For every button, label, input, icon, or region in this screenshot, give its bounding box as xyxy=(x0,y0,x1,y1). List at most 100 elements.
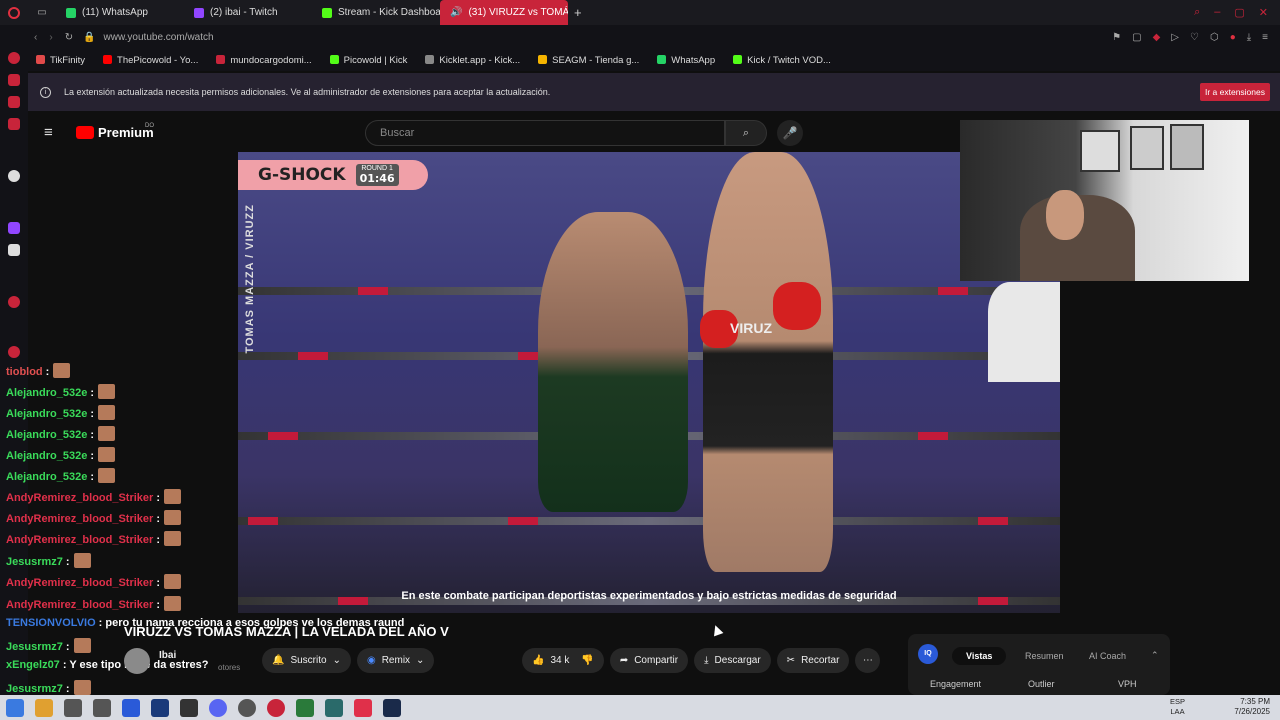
bookmark-item[interactable]: TikFinity xyxy=(36,54,85,66)
search-button[interactable]: ⌕ xyxy=(725,120,767,146)
channel-name[interactable]: Ibai xyxy=(159,650,176,661)
messenger-icon[interactable] xyxy=(8,118,20,130)
download-button[interactable]: ⤓ Descargar xyxy=(694,648,771,673)
discord-icon[interactable] xyxy=(209,698,227,717)
bookmark-icon[interactable]: ⚑ xyxy=(1112,32,1121,43)
chat-text: : xyxy=(90,471,94,483)
opera-icon[interactable] xyxy=(0,0,28,25)
subscribed-button[interactable]: 🔔 Suscrito ⌄ xyxy=(262,648,351,673)
history-icon[interactable] xyxy=(8,346,20,358)
menu-icon[interactable]: ≡ xyxy=(1262,32,1268,43)
app-icon[interactable] xyxy=(354,698,372,717)
chat-text: : xyxy=(45,366,50,378)
reload-icon[interactable]: ↻ xyxy=(65,32,73,43)
bookmark-item[interactable]: WhatsApp xyxy=(657,54,715,66)
shorts-text: VIRUZ xyxy=(730,320,772,336)
tab-youtube[interactable]: 🔊 (31) VIRUZZ vs TOMÁ xyxy=(440,0,568,25)
chat-text: : xyxy=(156,599,160,611)
heart-icon[interactable]: ♡ xyxy=(1190,32,1199,43)
snapshot-icon[interactable]: ▢ xyxy=(1132,32,1141,43)
aria-icon[interactable] xyxy=(8,52,20,64)
opera-taskbar-icon[interactable] xyxy=(267,698,285,717)
youtube-logo-icon[interactable] xyxy=(76,126,94,139)
mic-button[interactable]: 🎤 xyxy=(777,120,803,146)
tab-twitch[interactable]: (2) ibai - Twitch xyxy=(184,0,312,25)
lock-icon: 🔒 xyxy=(83,31,96,43)
tab-kick[interactable]: Stream - Kick Dashboard xyxy=(312,0,440,25)
tab-vistas[interactable]: Vistas xyxy=(952,647,1007,665)
wall-frame xyxy=(1130,126,1164,170)
photoshop-icon[interactable] xyxy=(151,698,169,717)
file-explorer-icon[interactable] xyxy=(35,698,53,717)
app-icon[interactable] xyxy=(64,698,82,717)
app-icon[interactable] xyxy=(93,698,111,717)
app-icon[interactable] xyxy=(325,698,343,717)
bookmark-item[interactable]: Kicklet.app - Kick... xyxy=(425,54,520,66)
channel-avatar[interactable] xyxy=(124,648,150,674)
address-bar: ‹ › ↻ 🔒 www.youtube.com/watch ⚑ ▢ ◆ ▷ ♡ ⬡ ● ⤓ ≡ xyxy=(28,25,1280,49)
system-clock[interactable]: 7:35 PM 7/26/2025 xyxy=(1234,697,1270,717)
app-icon[interactable] xyxy=(296,698,314,717)
obs-icon[interactable] xyxy=(238,698,256,717)
bookmark-item[interactable]: Kick / Twitch VOD... xyxy=(733,54,831,66)
pinboard-icon[interactable] xyxy=(8,296,20,308)
url-field[interactable]: www.youtube.com/watch xyxy=(104,32,214,43)
new-tab-button[interactable]: + xyxy=(574,5,582,20)
scoreboard: G-SHOCK ROUND 1 01:46 xyxy=(238,160,428,190)
app-icon[interactable] xyxy=(122,698,140,717)
games-icon[interactable] xyxy=(8,96,20,108)
outlier-label: Outlier xyxy=(1028,679,1055,689)
tab-bar: ▭ (11) WhatsApp (2) ibai - Twitch Stream… xyxy=(0,0,1280,25)
search-input[interactable]: Buscar xyxy=(365,120,725,146)
chat-username: Alejandro_532e xyxy=(6,408,88,420)
tab-resumen[interactable]: Resumen xyxy=(1025,651,1064,661)
steam-icon[interactable] xyxy=(383,698,401,717)
maximize-icon[interactable]: ▢ xyxy=(1234,6,1244,19)
subscriber-count: otores xyxy=(218,663,241,672)
share-button[interactable]: ➦ Compartir xyxy=(609,648,689,673)
hamburger-icon[interactable]: ≡ xyxy=(44,124,53,141)
more-button[interactable]: ⋯ xyxy=(855,648,881,673)
bookmark-item[interactable]: ThePicowold - Yo... xyxy=(103,54,198,66)
shield-icon[interactable]: ◆ xyxy=(1153,32,1161,43)
chevron-down-icon: ⌄ xyxy=(416,655,425,666)
like-button[interactable]: 👍 34 k 👎 xyxy=(522,648,604,673)
chat-emote xyxy=(98,426,115,441)
download-icon[interactable]: ⤓ xyxy=(1247,32,1251,43)
chat-emote xyxy=(164,510,181,525)
crypto-wallet-icon[interactable] xyxy=(8,74,20,86)
chat-username: Jesusrmz7 xyxy=(6,641,63,653)
forward-icon[interactable]: › xyxy=(49,32,52,43)
go-to-extensions-button[interactable]: Ir a extensiones xyxy=(1199,83,1270,101)
tab-menu-icon[interactable]: ▭ xyxy=(28,7,56,18)
play-icon[interactable]: ▷ xyxy=(1171,32,1179,43)
chat-text: : xyxy=(156,534,160,546)
close-icon[interactable]: ✕ xyxy=(1259,6,1268,19)
twitch-sidebar-icon[interactable] xyxy=(8,222,20,234)
clip-button[interactable]: ✂ Recortar xyxy=(776,648,850,673)
video-player[interactable]: VIRUZ G-SHOCK ROUND 1 01:46 TOMAS MAZZA /… xyxy=(238,152,1060,613)
chevron-down-icon: ⌄ xyxy=(332,655,341,666)
remix-icon: ◉ xyxy=(366,655,376,666)
start-icon[interactable] xyxy=(6,698,24,717)
tab-ai-coach[interactable]: AI Coach xyxy=(1089,651,1126,661)
back-icon[interactable]: ‹ xyxy=(34,32,37,43)
tiktok-sidebar-icon[interactable] xyxy=(8,170,20,182)
search-tabs-icon[interactable]: ⌕ xyxy=(1194,6,1200,19)
chat-emote xyxy=(164,574,181,589)
bookmark-item[interactable]: mundocargodomi... xyxy=(216,54,312,66)
bookmark-item[interactable]: Picowold | Kick xyxy=(329,54,407,66)
remix-button[interactable]: ◉ Remix ⌄ xyxy=(356,648,435,673)
chat-username: Alejandro_532e xyxy=(6,450,88,462)
bookmark-item[interactable]: SEAGM - Tienda g... xyxy=(538,54,639,66)
thumbs-down-icon[interactable]: 👎 xyxy=(581,655,593,666)
x-sidebar-icon[interactable] xyxy=(8,244,20,256)
language-indicator[interactable]: ESP LAA xyxy=(1170,697,1185,717)
minimize-icon[interactable]: – xyxy=(1214,6,1220,19)
extensions-icon[interactable]: ⬡ xyxy=(1210,32,1219,43)
chevron-up-icon[interactable]: ⌃ xyxy=(1151,650,1159,661)
app-icon[interactable] xyxy=(180,698,198,717)
profile-icon[interactable]: ● xyxy=(1230,32,1236,43)
tab-whatsapp[interactable]: (11) WhatsApp xyxy=(56,0,184,25)
chat-emote xyxy=(73,638,91,653)
